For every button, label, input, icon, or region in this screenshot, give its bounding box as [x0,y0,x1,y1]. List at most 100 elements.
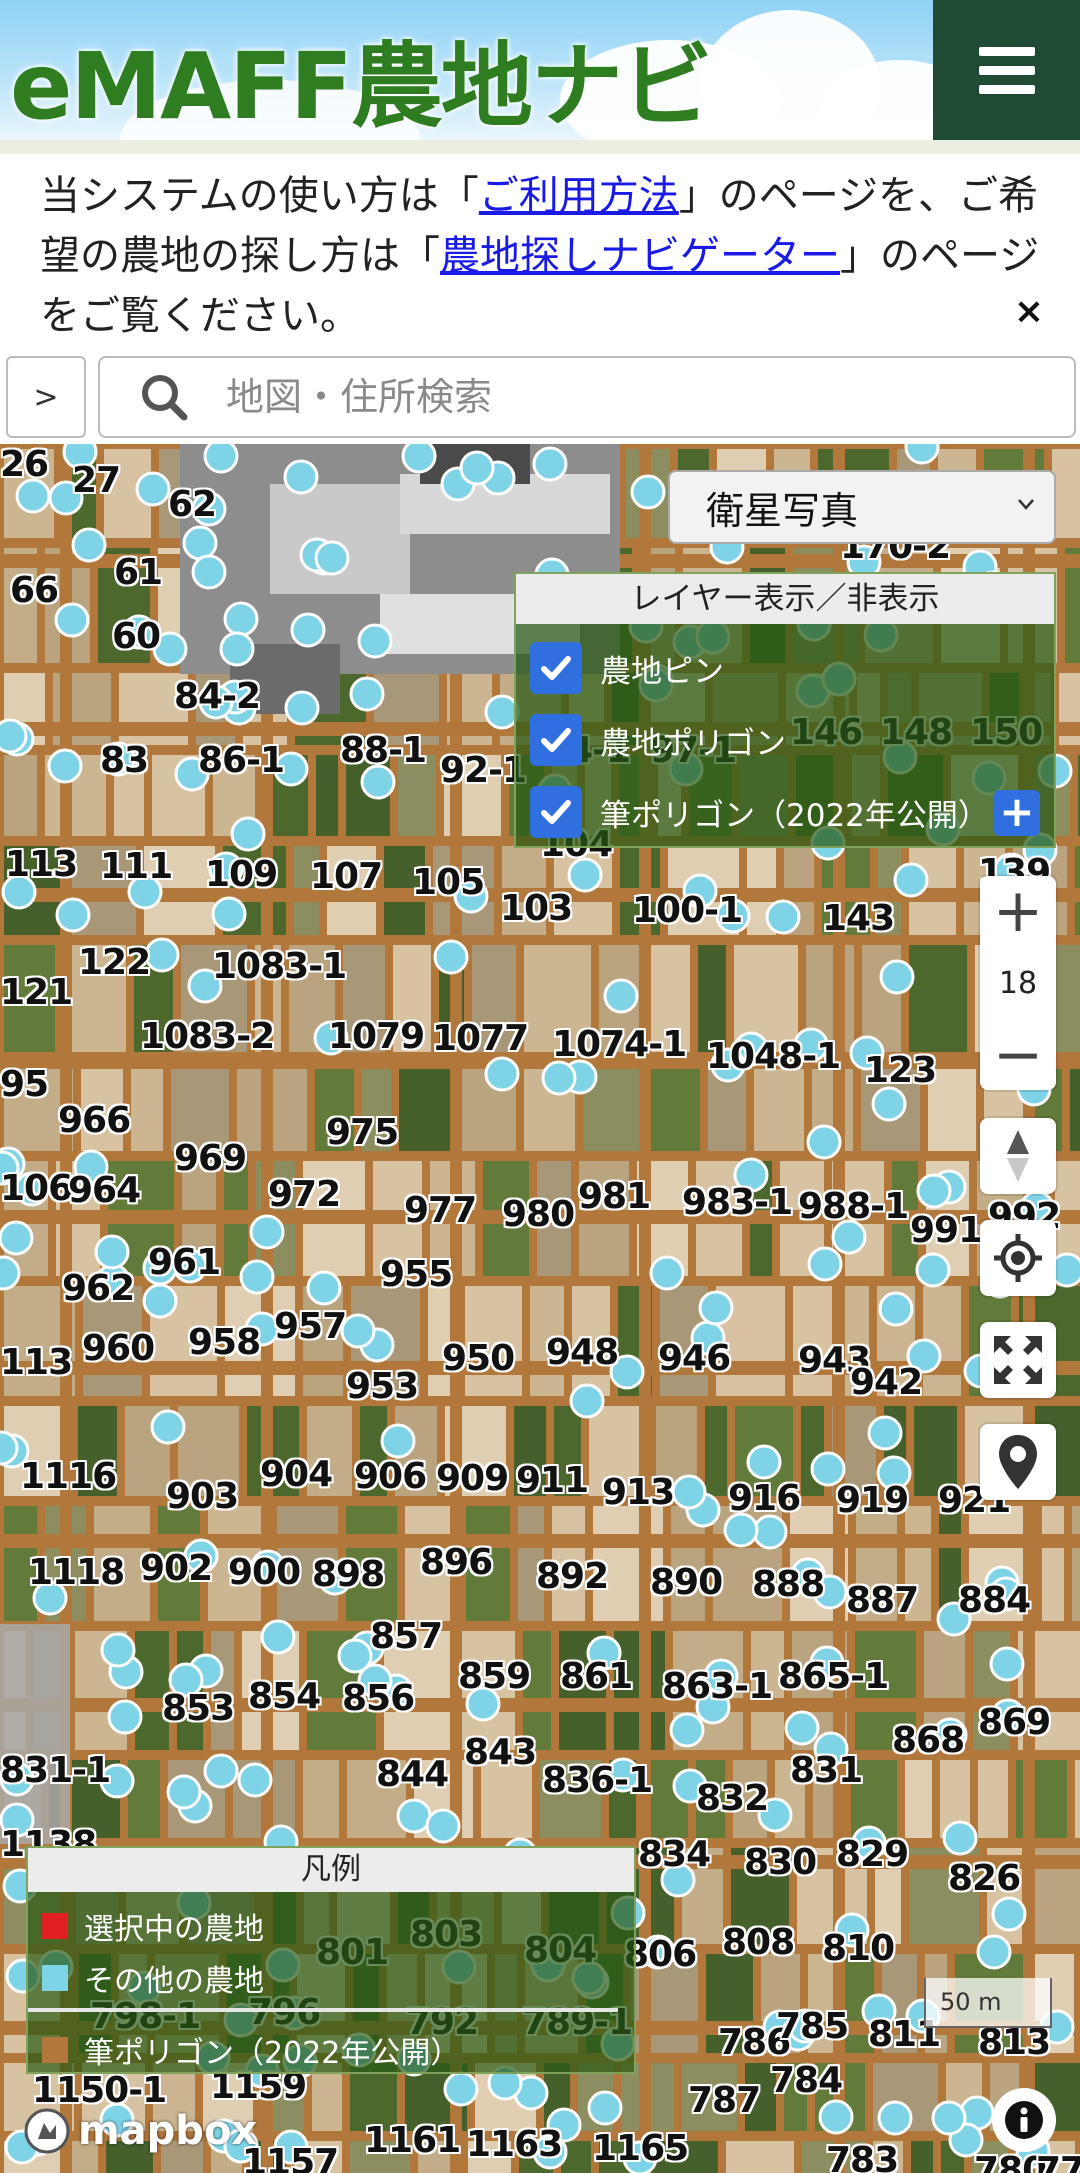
lot-number-label[interactable]: 859 [458,1656,531,1697]
lot-number-label[interactable]: 143 [822,898,895,939]
lot-number-label[interactable]: 1116 [20,1456,117,1497]
lot-number-label[interactable]: 784 [770,2060,843,2101]
lot-number-label[interactable]: 861 [560,1656,633,1697]
lot-number-label[interactable]: 892 [536,1556,609,1597]
lot-number-label[interactable]: 834 [638,1834,711,1875]
lot-number-label[interactable]: 831-1 [0,1750,111,1791]
lot-number-label[interactable]: 980 [502,1194,575,1235]
info-button[interactable] [992,2088,1056,2152]
lot-number-label[interactable]: 1161 [364,2120,461,2161]
parcel-polygon-checkbox[interactable] [530,786,582,838]
lot-number-label[interactable]: 948 [546,1332,619,1373]
lot-number-label[interactable]: 836-1 [542,1760,653,1801]
lot-number-label[interactable]: 991 [910,1210,983,1251]
search-input[interactable] [226,375,1006,419]
lot-number-label[interactable]: 27 [72,460,121,501]
close-notice-button[interactable]: × [1014,282,1044,342]
lot-number-label[interactable]: 919 [836,1480,909,1521]
lot-number-label[interactable]: 909 [436,1458,509,1499]
lot-number-label[interactable]: 66 [10,570,59,611]
lot-number-label[interactable]: 966 [58,1100,131,1141]
lot-number-label[interactable]: 916 [728,1478,801,1519]
lot-number-label[interactable]: 900 [228,1552,301,1593]
usage-guide-link[interactable]: ご利用方法 [479,173,679,219]
lot-number-label[interactable]: 969 [174,1138,247,1179]
lot-number-label[interactable]: 100-1 [632,890,743,931]
lot-number-label[interactable]: 111 [100,846,173,887]
lot-number-label[interactable]: 942 [850,1362,923,1403]
lot-number-label[interactable]: 123 [864,1050,937,1091]
lot-number-label[interactable]: 1074-1 [552,1024,687,1065]
lot-number-label[interactable]: 857 [370,1616,443,1657]
compass-button[interactable] [980,1118,1056,1194]
lot-number-label[interactable]: 863-1 [662,1666,773,1707]
lot-number-label[interactable]: 810 [822,1928,895,1969]
lot-number-label[interactable]: 884 [958,1580,1031,1621]
lot-number-label[interactable]: 830 [744,1842,817,1883]
lot-number-label[interactable]: 1163 [466,2124,563,2165]
lot-number-label[interactable]: 1150-1 [32,2070,167,2111]
fullscreen-button[interactable] [980,1322,1056,1398]
lot-number-label[interactable]: 103 [500,888,573,929]
lot-number-label[interactable]: 903 [166,1476,239,1517]
lot-number-label[interactable]: 844 [376,1754,449,1795]
lot-number-label[interactable]: 107 [310,856,383,897]
lot-number-label[interactable]: 868 [892,1720,965,1761]
lot-number-label[interactable]: 888 [752,1564,825,1605]
lot-number-label[interactable]: 843 [464,1732,537,1773]
lot-number-label[interactable]: 913 [602,1472,675,1513]
lot-number-label[interactable]: 813 [978,2022,1051,2063]
layer-row-parcel-polygons[interactable]: 筆ポリゴン（2022年公開） + [516,776,1054,848]
lot-number-label[interactable]: 95 [0,1064,49,1105]
lot-number-label[interactable]: 896 [420,1542,493,1583]
lot-number-label[interactable]: 975 [326,1112,399,1153]
lot-number-label[interactable]: 1079 [328,1016,425,1057]
lot-number-label[interactable]: 785 [776,2006,849,2047]
lot-number-label[interactable]: 787 [688,2080,761,2121]
lot-number-label[interactable]: 962 [62,1268,135,1309]
lot-number-label[interactable]: 83 [100,740,149,781]
lot-number-label[interactable]: 911 [516,1460,589,1501]
lot-number-label[interactable]: 808 [722,1922,795,1963]
lot-number-label[interactable]: 1048-1 [706,1036,841,1077]
lot-number-label[interactable]: 972 [268,1174,341,1215]
lot-number-label[interactable]: 957 [274,1306,347,1347]
lot-number-label[interactable]: 890 [650,1562,723,1603]
lot-number-label[interactable]: 955 [380,1254,453,1295]
lot-number-label[interactable]: 86-1 [198,740,285,781]
lot-number-label[interactable]: 869 [978,1702,1051,1743]
lot-number-label[interactable]: 977 [404,1190,477,1231]
sidebar-toggle-button[interactable]: > [6,356,86,438]
lot-number-label[interactable]: 62 [168,484,217,525]
lot-number-label[interactable]: 961 [148,1242,221,1283]
locate-me-button[interactable] [980,1220,1056,1296]
lot-number-label[interactable]: 853 [162,1688,235,1729]
lot-number-label[interactable]: 865-1 [778,1656,889,1697]
current-location-pin-button[interactable] [980,1424,1056,1500]
lot-number-label[interactable]: 109 [205,854,278,895]
lot-number-label[interactable]: 121 [0,972,73,1013]
lot-number-label[interactable]: 983-1 [682,1182,793,1223]
lot-number-label[interactable]: 856 [342,1678,415,1719]
lot-number-label[interactable]: 60 [112,616,161,657]
lot-number-label[interactable]: 826 [948,1858,1021,1899]
lot-number-label[interactable]: 105 [412,862,485,903]
lot-number-label[interactable]: 854 [248,1676,321,1717]
lot-number-label[interactable]: 902 [140,1548,213,1589]
basemap-select[interactable]: 衛星写真 [668,470,1056,544]
lot-number-label[interactable]: 1083-2 [140,1016,275,1057]
lot-number-label[interactable]: 898 [312,1554,385,1595]
hamburger-menu-button[interactable] [933,0,1080,140]
lot-number-label[interactable]: 906 [354,1456,427,1497]
lot-number-label[interactable]: 88-1 [340,730,427,771]
layer-row-farmland-pins[interactable]: 農地ピン [516,632,1054,704]
lot-number-label[interactable]: 26 [0,444,49,485]
lot-number-label[interactable]: 1165 [592,2128,689,2169]
lot-number-label[interactable]: 1118 [28,1552,125,1593]
app-logo[interactable]: eMAFF農地ナビ [10,12,713,140]
lot-number-label[interactable]: 946 [658,1338,731,1379]
lot-number-label[interactable]: 887 [846,1580,919,1621]
lot-number-label[interactable]: 1083-1 [212,946,347,987]
mapbox-attribution[interactable]: mapbox [22,2106,257,2156]
lot-number-label[interactable]: 831 [790,1750,863,1791]
